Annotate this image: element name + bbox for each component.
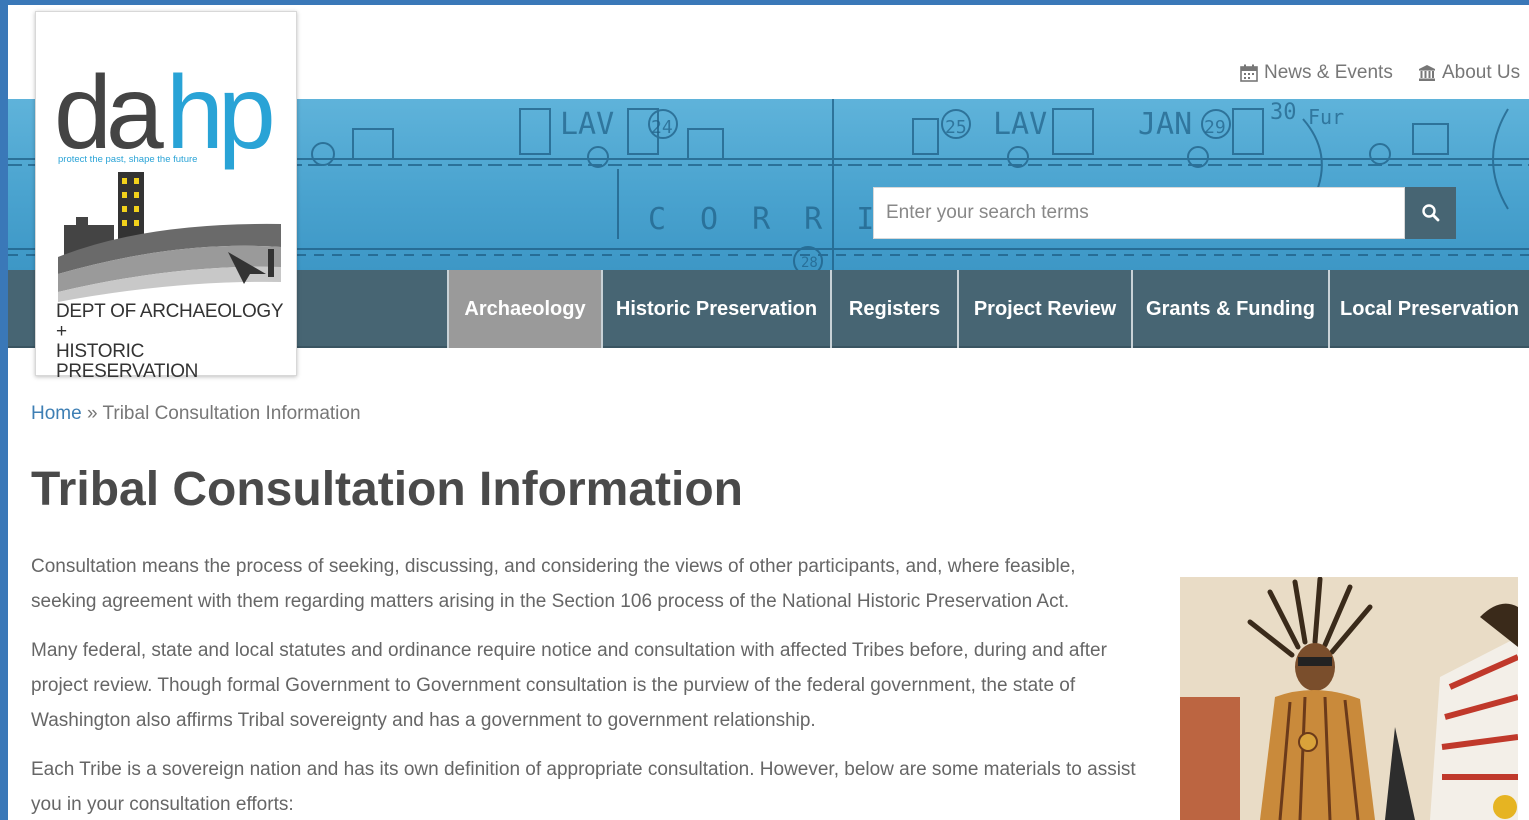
logo-dept-name: DEPT OF ARCHAEOLOGY + HISTORIC PRESERVAT… <box>56 302 286 382</box>
logo-dept-line1: DEPT OF ARCHAEOLOGY + <box>56 301 283 342</box>
breadcrumb-separator: » <box>86 403 98 424</box>
nav-item-label: Registers <box>848 297 941 320</box>
logo-tagline: protect the past, shape the future <box>58 154 197 165</box>
blueprint-mark: 25 <box>945 117 967 138</box>
nav-item-label: Project Review <box>973 297 1117 320</box>
nav-item-label: Grants & Funding <box>1146 297 1315 320</box>
window-frame-top <box>0 0 1529 5</box>
statutes-paragraph: Many federal, state and local statutes a… <box>31 640 1107 731</box>
institution-icon <box>1419 65 1435 81</box>
blueprint-mark: 29 <box>1204 117 1226 138</box>
tribal-dancer-photo <box>1180 577 1518 820</box>
blueprint-mark: 30 <box>1270 100 1297 125</box>
window-frame-left <box>0 0 8 820</box>
blueprint-mark: JAN <box>1138 107 1192 142</box>
news-events-label: News & Events <box>1264 62 1393 83</box>
logo-dept-line2: HISTORIC PRESERVATION <box>56 341 199 382</box>
intro-paragraph: Consultation means the process of seekin… <box>31 556 1076 612</box>
breadcrumb: Home » Tribal Consultation Information <box>31 403 361 425</box>
nav-item-registers[interactable]: Registers <box>830 270 957 348</box>
calendar-icon <box>1240 64 1258 82</box>
nav-item-label: Local Preservation <box>1340 297 1519 320</box>
nav-item-label: Archaeology <box>464 297 586 320</box>
nav-item-project-review[interactable]: Project Review <box>957 270 1131 348</box>
nav-item-archaeology[interactable]: Archaeology <box>447 270 601 348</box>
news-events-link[interactable]: News & Events <box>1240 62 1393 84</box>
page-title: Tribal Consultation Information <box>31 463 743 516</box>
nav-item-grants-funding[interactable]: Grants & Funding <box>1131 270 1328 348</box>
nav-item-label: Historic Preservation <box>615 297 818 320</box>
blueprint-mark: Fur <box>1308 105 1344 129</box>
nav-item-local-preservation[interactable]: Local Preservation <box>1328 270 1529 348</box>
blueprint-mark: 28 <box>801 255 818 270</box>
photo-illustration <box>1180 577 1518 820</box>
blueprint-mark: 24 <box>651 117 673 138</box>
blueprint-mark: LAV <box>560 107 614 142</box>
dahp-logo[interactable]: da hp protect the past, shape the future… <box>35 11 297 382</box>
about-us-link[interactable]: About Us <box>1418 62 1520 84</box>
search-icon <box>1421 204 1439 222</box>
nav-item-historic-preservation[interactable]: Historic Preservation <box>601 270 830 348</box>
search-placeholder: Enter your search terms <box>886 202 1089 223</box>
about-us-label: About Us <box>1442 62 1521 83</box>
search-input[interactable]: Enter your search terms <box>873 187 1405 239</box>
search-button[interactable] <box>1405 187 1456 239</box>
breadcrumb-home-link[interactable]: Home <box>31 403 82 424</box>
breadcrumb-current: Tribal Consultation Information <box>102 403 361 424</box>
sovereign-paragraph: Each Tribe is a sovereign nation and has… <box>31 759 1136 815</box>
blueprint-mark: LAV <box>993 107 1047 142</box>
